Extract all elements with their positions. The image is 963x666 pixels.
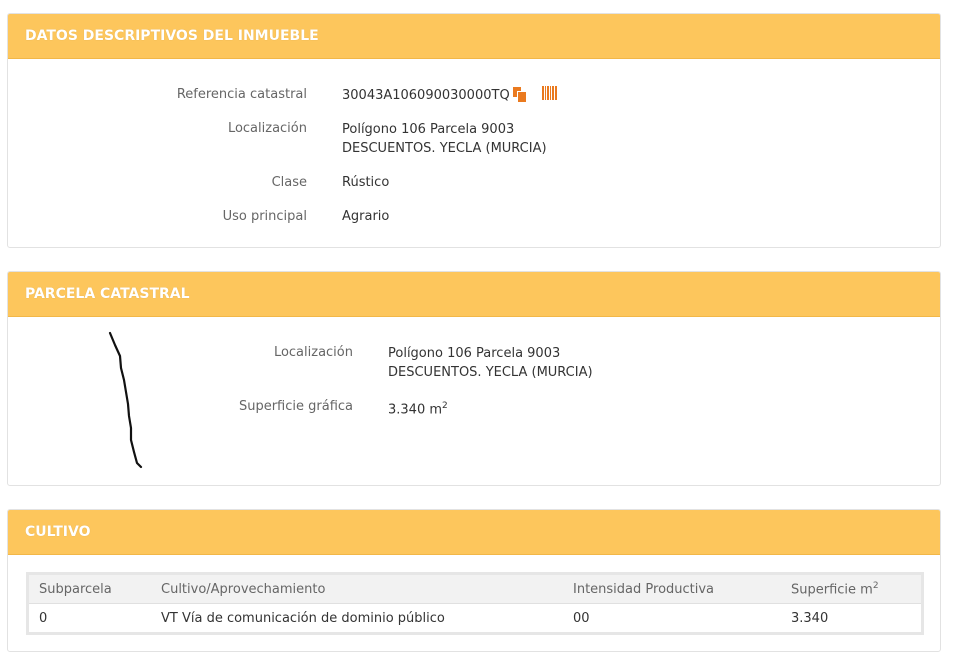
uso-principal-label: Uso principal bbox=[222, 209, 307, 224]
cell-subparcela: 0 bbox=[39, 610, 48, 626]
copy-icon[interactable] bbox=[512, 87, 526, 102]
parcela-localizacion-value: Polígono 106 Parcela 9003 DESCUENTOS. YE… bbox=[388, 344, 593, 382]
cultivo-table: Subparcela Cultivo/Aprovechamiento Inten… bbox=[26, 572, 924, 635]
superficie-exponent: 2 bbox=[442, 401, 448, 411]
panel-title: DATOS DESCRIPTIVOS DEL INMUEBLE bbox=[8, 14, 940, 59]
panel-parcela-catastral: PARCELA CATASTRAL Localización Polígono … bbox=[7, 271, 941, 486]
col-superficie-exponent: 2 bbox=[872, 580, 879, 591]
clase-value: Rústico bbox=[342, 175, 390, 190]
cell-intensidad: 00 bbox=[573, 610, 590, 626]
ref-catastral-label: Referencia catastral bbox=[176, 87, 307, 102]
ref-catastral-value[interactable]: 30043A106090030000TQ bbox=[342, 88, 510, 103]
col-superficie: Superficie m2 bbox=[781, 573, 923, 604]
table-header-row: Subparcela Cultivo/Aprovechamiento Inten… bbox=[27, 573, 923, 604]
superficie-grafica-number: 3.340 m bbox=[388, 402, 443, 418]
col-superficie-label: Superficie m bbox=[791, 582, 873, 598]
barcode-icon[interactable] bbox=[541, 86, 557, 100]
ref-catastral-row: 30043A106090030000TQ bbox=[342, 86, 557, 105]
localizacion-value: Polígono 106 Parcela 9003 DESCUENTOS. YE… bbox=[342, 120, 547, 158]
table-row: 0 VT Vía de comunicación de dominio públ… bbox=[28, 604, 923, 634]
col-cultivo: Cultivo/Aprovechamiento bbox=[151, 573, 563, 604]
localizacion-line2: DESCUENTOS. YECLA (MURCIA) bbox=[342, 141, 547, 156]
col-subparcela: Subparcela bbox=[27, 573, 151, 604]
parcel-shape-sketch[interactable] bbox=[103, 330, 153, 470]
col-intensidad: Intensidad Productiva bbox=[563, 573, 781, 604]
panel-cultivo: CULTIVO Subparcela Cultivo/Aprovechamien… bbox=[7, 509, 941, 652]
uso-principal-value: Agrario bbox=[342, 209, 390, 224]
localizacion-label: Localización bbox=[227, 121, 307, 136]
panel-datos-descriptivos: DATOS DESCRIPTIVOS DEL INMUEBLE Referenc… bbox=[7, 13, 941, 248]
cell-cultivo: VT Vía de comunicación de dominio públic… bbox=[161, 610, 445, 626]
cell-superficie: 3.340 bbox=[791, 610, 829, 626]
parcela-localizacion-line2: DESCUENTOS. YECLA (MURCIA) bbox=[388, 365, 593, 380]
clase-label: Clase bbox=[271, 175, 307, 190]
panel-title: PARCELA CATASTRAL bbox=[8, 272, 940, 317]
parcela-localizacion-line1: Polígono 106 Parcela 9003 bbox=[388, 346, 561, 361]
superficie-grafica-label: Superficie gráfica bbox=[238, 399, 353, 414]
superficie-grafica-value: 3.340 m2 bbox=[388, 397, 448, 419]
parcela-localizacion-label: Localización bbox=[273, 345, 353, 360]
panel-title: CULTIVO bbox=[8, 510, 940, 555]
localizacion-line1: Polígono 106 Parcela 9003 bbox=[342, 122, 515, 137]
